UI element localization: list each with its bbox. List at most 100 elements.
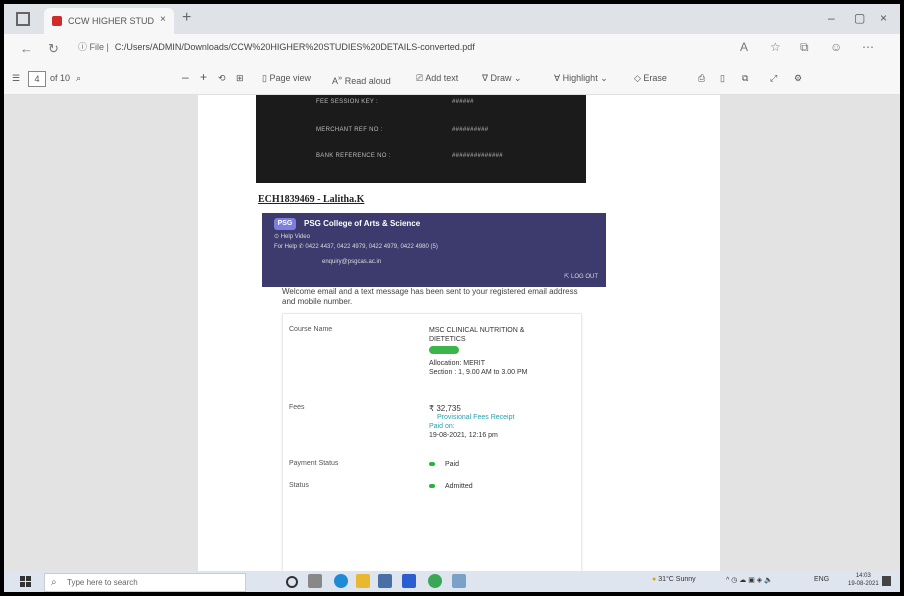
edge-icon[interactable] (334, 574, 348, 588)
favorite-star-icon[interactable]: ☆ (770, 40, 781, 54)
dark-row-label: FEE SESSION KEY : (316, 99, 379, 105)
tab-title: CCW HIGHER STUDIES DETAILS (68, 16, 154, 26)
find-icon[interactable]: ⌕ (76, 73, 81, 84)
page-view-button[interactable]: ▯ Page view (262, 73, 311, 84)
app-icon[interactable] (402, 574, 416, 588)
chrome-icon[interactable] (428, 574, 442, 588)
pdf-page: FEE SESSION KEY : ###### MERCHANT REF NO… (198, 95, 720, 573)
college-name: PSG College of Arts & Science (304, 219, 421, 228)
pdf-toolbar: ☰ 4 of 10 ⌕ – + ⟲ ⊞ ▯ Page view A» Read … (4, 64, 900, 95)
page-view-label: Page view (269, 73, 311, 83)
fees-amount: ₹ 32,735 (429, 404, 461, 413)
paid-on-label: Paid on: (429, 423, 455, 430)
page-number-input[interactable]: 4 (28, 71, 46, 87)
cortana-icon[interactable] (286, 576, 298, 588)
dark-row-value: ########## (452, 127, 489, 133)
help-video-label: Help Video (280, 234, 310, 240)
file-explorer-icon[interactable] (356, 574, 370, 588)
payment-status-value: Paid (429, 460, 459, 469)
erase-label: Erase (643, 73, 667, 83)
store-icon[interactable] (378, 574, 392, 588)
welcome-message: Welcome email and a text message has bee… (282, 287, 578, 306)
contents-icon[interactable]: ☰ (12, 73, 20, 84)
back-icon[interactable]: ← (20, 41, 33, 56)
status-label: Status (289, 482, 309, 489)
address-field[interactable]: ⓘ File | C:/Users/ADMIN/Downloads/CCW%20H… (78, 40, 475, 53)
app-icon[interactable] (452, 574, 466, 588)
dark-row-value: ###### (452, 99, 474, 105)
highlight-button[interactable]: ∀ Highlight ⌄ (554, 73, 608, 84)
tray-icons[interactable]: ^ ◷ ☁ ▣ ◈ 🔈 (726, 576, 773, 584)
settings-gear-icon[interactable]: ⚙ (794, 73, 802, 84)
zoom-out-button[interactable]: – (182, 70, 189, 84)
paid-date: 19-08-2021, 12:16 pm (429, 432, 498, 439)
browser-window: CCW HIGHER STUDIES DETAILS × + – ▢ × ← ↻… (4, 4, 900, 592)
maximize-button[interactable]: ▢ (854, 11, 865, 25)
add-text-button[interactable]: ⎚ Add text (416, 73, 458, 84)
payment-details-block: FEE SESSION KEY : ###### MERCHANT REF NO… (256, 95, 586, 183)
payment-status-label: Payment Status (289, 460, 339, 467)
contact-email[interactable]: enquiry@psgcas.ac.in (322, 259, 381, 265)
dark-row-value: ############## (452, 153, 503, 159)
tab-ccw-pdf[interactable]: CCW HIGHER STUDIES DETAILS × (44, 8, 174, 34)
college-logo: PSG (274, 218, 296, 230)
course-status-badge (429, 346, 459, 354)
window-menu-icon[interactable] (16, 12, 30, 26)
student-id-heading: ECH1839469 - Lalitha.K (258, 194, 365, 205)
notification-icon[interactable] (882, 576, 891, 586)
logout-label: LOG OUT (570, 274, 598, 280)
save-as-icon[interactable]: ⧉ (742, 73, 748, 84)
fit-page-icon[interactable]: ⊞ (236, 73, 244, 84)
fullscreen-icon[interactable]: ⤢ (770, 73, 777, 84)
search-icon: ⌕ (51, 577, 57, 588)
save-icon[interactable]: ▯ (720, 73, 725, 84)
windows-start-icon[interactable] (20, 576, 31, 587)
course-name-text: MSC CLINICAL NUTRITION & DIETETICS (429, 327, 525, 343)
address-bar-row: ← ↻ ⓘ File | C:/Users/ADMIN/Downloads/CCW… (4, 34, 900, 64)
logout-link[interactable]: ⇱ LOG OUT (564, 273, 598, 280)
clock[interactable]: 14:03 19-08-2021 (848, 572, 879, 588)
collections-icon[interactable]: ⧉ (800, 40, 809, 55)
section-text: Section : 1, 9.00 AM to 3.00 PM (429, 369, 528, 376)
search-placeholder: Type here to search (67, 578, 138, 587)
help-video-link[interactable]: ⊙ Help Video (274, 233, 310, 240)
for-help-text: For Help ✆ 0422 4437, 0422 4979, 0422 49… (274, 244, 438, 250)
refresh-icon[interactable]: ↻ (48, 41, 59, 57)
print-icon[interactable]: ⎙ (698, 73, 705, 84)
provisional-receipt-link[interactable]: Provisional Fees Receipt (429, 413, 569, 422)
allocation-text: Allocation: MERIT (429, 360, 486, 367)
admission-card: Course Name MSC CLINICAL NUTRITION & DIE… (282, 313, 582, 573)
zoom-in-button[interactable]: + (200, 70, 207, 84)
highlight-label: Highlight (562, 73, 598, 83)
minimize-button[interactable]: – (828, 11, 835, 25)
status-dot-icon (429, 484, 435, 489)
close-window-button[interactable]: × (880, 11, 887, 25)
status-text: Admitted (445, 483, 473, 490)
windows-taskbar: ⌕ Type here to search ● 31°C Sunny ^ ◷ ☁… (4, 571, 900, 592)
tab-bar: CCW HIGHER STUDIES DETAILS × + – ▢ × (4, 4, 900, 34)
clock-time: 14:03 (855, 573, 871, 579)
read-aloud-button[interactable]: A» Read aloud (332, 73, 391, 86)
status-value: Admitted (429, 482, 473, 491)
reader-mode-icon[interactable]: A (740, 40, 748, 54)
draw-button[interactable]: ∇ Draw ⌄ (482, 73, 522, 84)
payment-status-text: Paid (445, 461, 460, 468)
page-total: of 10 (50, 73, 71, 83)
more-options-icon[interactable]: ⋯ (862, 40, 874, 54)
profile-icon[interactable]: ☺ (830, 40, 842, 54)
erase-button[interactable]: ◇ Erase (634, 73, 667, 84)
rotate-icon[interactable]: ⟲ (218, 73, 226, 84)
taskbar-search-box[interactable]: ⌕ Type here to search (44, 573, 246, 592)
address-url: C:/Users/ADMIN/Downloads/CCW%20HIGHER%20… (114, 42, 475, 52)
task-view-icon[interactable] (308, 574, 322, 588)
clock-date: 19-08-2021 (848, 581, 879, 587)
language-indicator[interactable]: ENG (814, 576, 829, 583)
status-dot-icon (429, 462, 435, 467)
weather-widget[interactable]: ● 31°C Sunny (652, 576, 696, 583)
college-banner: PSG PSG College of Arts & Science ⊙ Help… (262, 213, 606, 287)
new-tab-button[interactable]: + (182, 9, 191, 27)
address-info-label: ⓘ File | (78, 42, 109, 52)
read-aloud-label: Read aloud (344, 76, 391, 86)
tab-close-icon[interactable]: × (160, 14, 166, 25)
pdf-favicon-icon (52, 16, 62, 26)
